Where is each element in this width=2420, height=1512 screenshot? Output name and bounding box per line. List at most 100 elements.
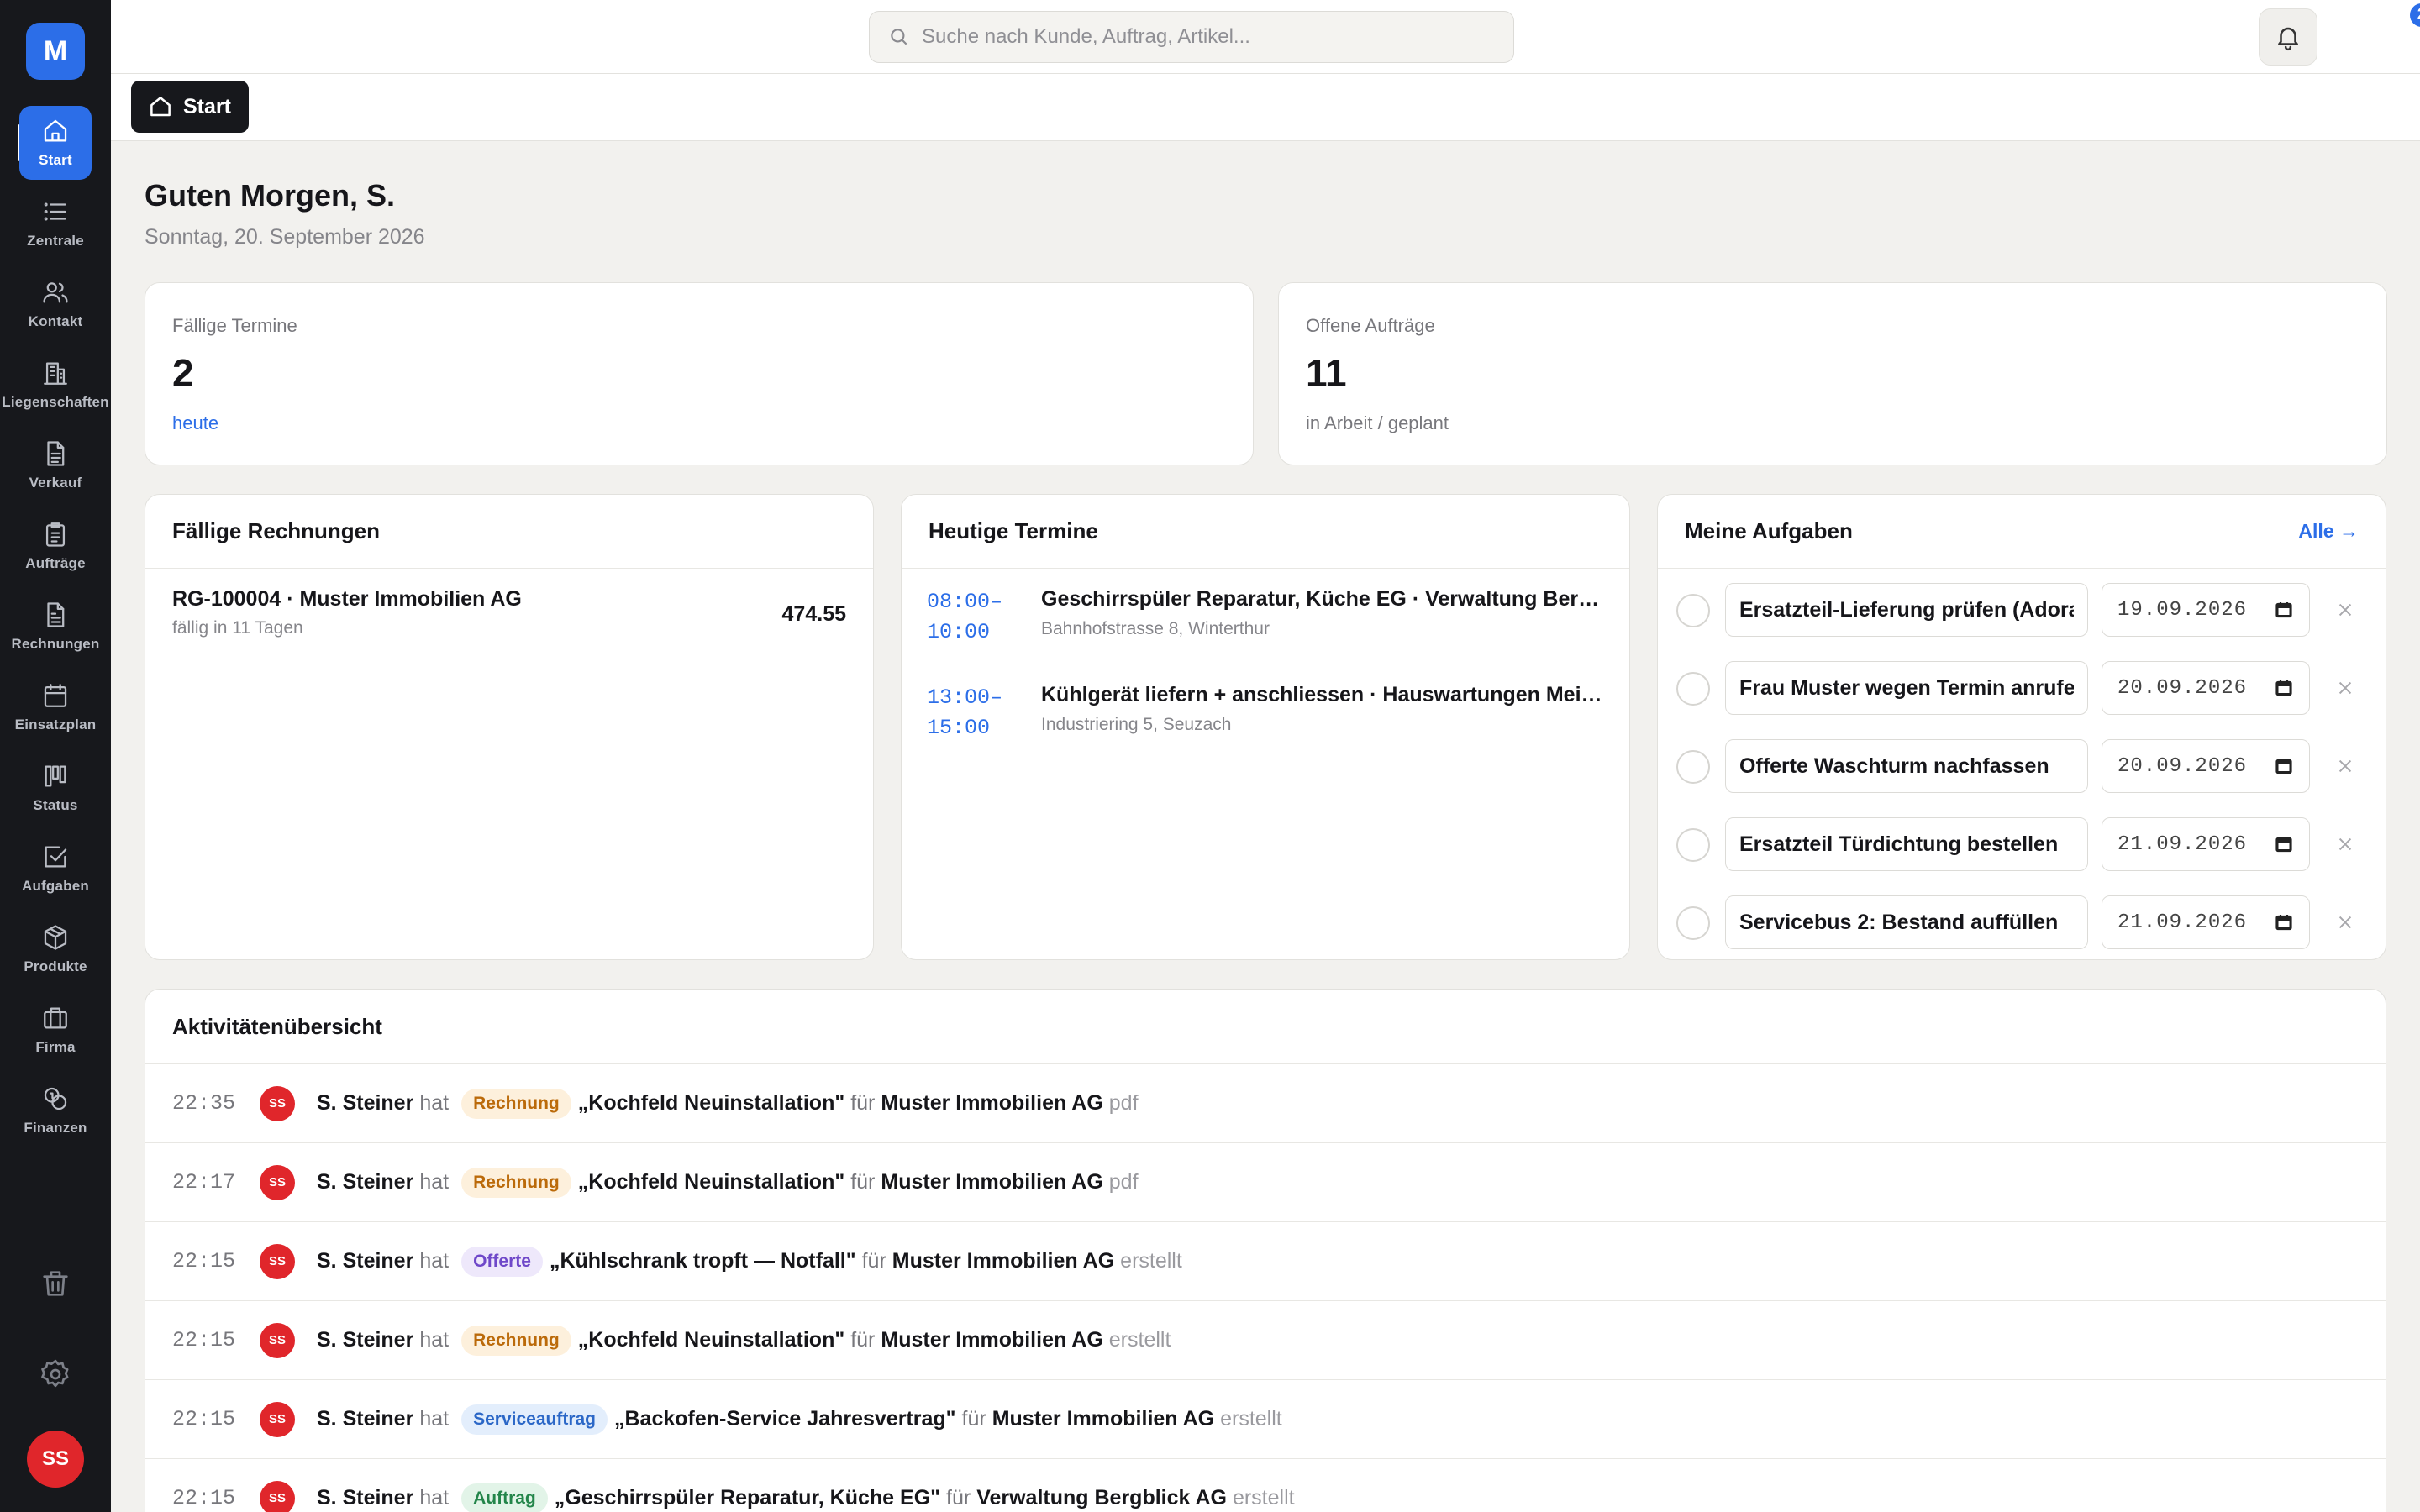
activity-customer[interactable]: Muster Immobilien AG <box>881 1091 1102 1116</box>
activity-time: 22:17 <box>172 1170 236 1194</box>
activity-object[interactable]: „Kochfeld Neuinstallation" <box>578 1328 844 1352</box>
tab-start[interactable]: Start <box>131 81 249 133</box>
activity-preposition: für <box>850 1170 876 1194</box>
sidebar-item-zentrale[interactable]: Zentrale <box>0 186 111 260</box>
stat-card-open-orders[interactable]: Offene Aufträge 11 in Arbeit / geplant <box>1278 282 2387 465</box>
calendar-icon <box>2275 915 2292 931</box>
calendar-icon <box>41 681 70 710</box>
sidebar-item-produkte[interactable]: Produkte <box>0 912 111 986</box>
sidebar-item-finanzen[interactable]: Finanzen <box>0 1074 111 1147</box>
task-date-input[interactable]: 20.09.2026 <box>2102 739 2310 793</box>
sidebar-item-auftr-ge[interactable]: Aufträge <box>0 509 111 583</box>
task-text-input[interactable] <box>1725 739 2088 793</box>
calendar-icon <box>2275 837 2292 853</box>
task-date-input[interactable]: 20.09.2026 <box>2102 661 2310 715</box>
activity-row[interactable]: 22:17 SS S. Steiner hat Rechnung „Kochfeld Ne… <box>145 1142 2386 1221</box>
activity-row[interactable]: 22:35 SS S. Steiner hat Rechnung „Kochfeld Ne… <box>145 1063 2386 1142</box>
stat-card-due-appointments[interactable]: Fällige Termine 2 heute <box>145 282 1254 465</box>
activity-object[interactable]: „Kochfeld Neuinstallation" <box>578 1170 844 1194</box>
settings-gear-icon[interactable] <box>39 1357 72 1391</box>
sidebar-item-aufgaben[interactable]: Aufgaben <box>0 832 111 906</box>
activity-action: erstellt <box>1120 1249 1182 1273</box>
delete-task-button[interactable] <box>2328 593 2362 627</box>
delete-task-button[interactable] <box>2328 671 2362 705</box>
sidebar-item-start[interactable]: Start <box>19 106 92 180</box>
delete-task-button[interactable] <box>2328 749 2362 783</box>
activity-customer[interactable]: Muster Immobilien AG <box>881 1170 1102 1194</box>
close-icon <box>2338 916 2352 929</box>
sidebar-item-kontakt[interactable]: Kontakt <box>0 267 111 341</box>
activity-action: erstellt <box>1232 1486 1295 1509</box>
global-search[interactable] <box>869 11 1514 63</box>
stat-label: Offene Aufträge <box>1306 315 1435 336</box>
task-checkbox[interactable] <box>1676 672 1710 706</box>
task-date-input[interactable]: 21.09.2026 <box>2102 895 2310 949</box>
sidebar-user-avatar[interactable]: SS <box>27 1431 84 1488</box>
activity-object[interactable]: „Geschirrspüler Reparatur, Küche EG" <box>555 1486 940 1510</box>
search-input[interactable] <box>922 25 1493 49</box>
delete-task-button[interactable] <box>2328 906 2362 939</box>
activity-verb: hat <box>419 1170 450 1194</box>
task-checkbox[interactable] <box>1676 594 1710 627</box>
sidebar-item-status[interactable]: Status <box>0 751 111 825</box>
delete-task-button[interactable] <box>2328 827 2362 861</box>
activity-customer[interactable]: Verwaltung Bergblick AG <box>976 1486 1227 1510</box>
sidebar-item-firma[interactable]: Firma <box>0 993 111 1067</box>
notifications-button[interactable] <box>2259 8 2317 66</box>
appointment-title: Geschirrspüler Reparatur, Küche EG · Ver… <box>1041 587 1609 611</box>
appointment-time-end: 10:00 <box>927 620 991 644</box>
task-text-input[interactable] <box>1725 895 2088 949</box>
activity-type-tag: Offerte <box>461 1246 543 1277</box>
card-title: Meine Aufgaben <box>1685 518 1853 543</box>
appointment-row[interactable]: 08:00– 10:00 Geschirrspüler Reparatur, Küc… <box>902 569 1629 664</box>
sidebar-item-label: Liegenschaften <box>2 394 109 410</box>
task-text-input[interactable] <box>1725 817 2088 871</box>
invoice-due: fällig in 11 Tagen <box>172 618 303 638</box>
activity-customer[interactable]: Muster Immobilien AG <box>892 1249 1114 1273</box>
trash-icon[interactable] <box>39 1267 72 1300</box>
calendar-icon <box>2275 680 2292 696</box>
task-date-input[interactable]: 19.09.2026 <box>2102 583 2310 637</box>
activity-type-tag: Rechnung <box>461 1325 571 1356</box>
tab-bar: Start <box>111 74 2420 141</box>
sidebar-item-liegenschaften[interactable]: Liegenschaften <box>0 348 111 422</box>
activity-object[interactable]: „Kochfeld Neuinstallation" <box>578 1091 844 1116</box>
stat-sub: in Arbeit / geplant <box>1306 412 1449 433</box>
sidebar-item-label: Rechnungen <box>11 636 100 652</box>
activity-row[interactable]: 22:15 SS S. Steiner hat Rechnung „Kochfeld Ne… <box>145 1300 2386 1379</box>
activity-user: S. Steiner <box>317 1091 414 1115</box>
task-date-value: 21.09.2026 <box>2118 911 2248 934</box>
task-date-input[interactable]: 21.09.2026 <box>2102 817 2310 871</box>
sidebar-item-label: Einsatzplan <box>14 717 97 732</box>
activity-row[interactable]: 22:15 SS S. Steiner hat Auftrag „Geschirrspül… <box>145 1458 2386 1512</box>
sidebar-item-verkauf[interactable]: Verkauf <box>0 428 111 502</box>
task-checkbox[interactable] <box>1676 828 1710 862</box>
task-date-value: 20.09.2026 <box>2118 754 2248 778</box>
appointment-row[interactable]: 13:00– 15:00 Kühlgerät liefern + anschlies… <box>902 664 1629 760</box>
activity-object[interactable]: „Backofen-Service Jahresvertrag" <box>614 1407 956 1431</box>
task-text-input[interactable] <box>1725 583 2088 637</box>
task-checkbox[interactable] <box>1676 750 1710 784</box>
task-checkbox[interactable] <box>1676 906 1710 940</box>
kanban-icon <box>41 762 70 790</box>
sidebar-item-label: Aufträge <box>25 555 86 571</box>
all-tasks-link[interactable]: Alle → <box>2298 520 2359 543</box>
sidebar-item-label: Verkauf <box>29 475 82 491</box>
sidebar-item-einsatzplan[interactable]: Einsatzplan <box>0 670 111 744</box>
activity-type-tag: Auftrag <box>461 1483 548 1512</box>
activity-customer[interactable]: Muster Immobilien AG <box>881 1328 1102 1352</box>
sidebar-item-rechnungen[interactable]: Rechnungen <box>0 590 111 664</box>
activity-object[interactable]: „Kühlschrank tropft — Notfall" <box>550 1249 856 1273</box>
activity-customer[interactable]: Muster Immobilien AG <box>992 1407 1214 1431</box>
activity-action: erstellt <box>1220 1407 1282 1431</box>
box-icon <box>41 923 70 952</box>
activity-user-avatar: SS <box>260 1480 295 1512</box>
briefcase-icon <box>41 1004 70 1032</box>
activity-user: S. Steiner <box>317 1249 414 1273</box>
app-logo[interactable]: M <box>26 23 85 80</box>
invoice-row[interactable]: RG-100004 · Muster Immobilien AG fällig i… <box>145 569 873 663</box>
task-text-input[interactable] <box>1725 661 2088 715</box>
activity-row[interactable]: 22:15 SS S. Steiner hat Serviceauftrag „Backo… <box>145 1379 2386 1458</box>
activity-row[interactable]: 22:15 SS S. Steiner hat Offerte „Kühlschrank … <box>145 1221 2386 1300</box>
activity-time: 22:15 <box>172 1407 236 1431</box>
